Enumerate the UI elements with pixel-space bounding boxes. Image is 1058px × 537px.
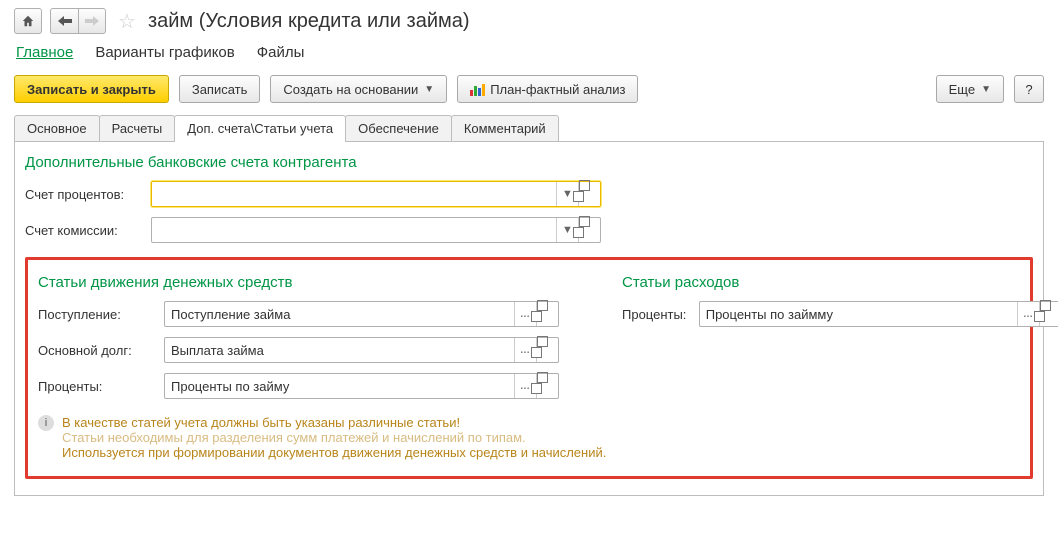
receipt-input-group: … (164, 301, 559, 327)
top-tab-files[interactable]: Файлы (257, 44, 305, 61)
interest-expense-input[interactable] (700, 302, 1017, 326)
create-based-on-label: Создать на основании (283, 82, 418, 97)
interest-account-input-group: ▼ (151, 181, 601, 207)
favorite-star-icon[interactable]: ☆ (118, 9, 136, 34)
principal-input-group: … (164, 337, 559, 363)
label-interest-expense: Проценты: (622, 307, 691, 322)
commission-account-input[interactable] (152, 218, 556, 242)
more-label: Еще (949, 82, 975, 97)
sub-tab-collateral[interactable]: Обеспечение (345, 115, 452, 141)
forward-button[interactable] (78, 8, 106, 34)
label-commission-account: Счет комиссии: (25, 223, 143, 238)
save-button[interactable]: Записать (179, 75, 261, 103)
open-button[interactable] (536, 302, 558, 326)
sub-tab-comment[interactable]: Комментарий (451, 115, 559, 141)
chart-icon (470, 82, 484, 96)
label-interest-cashflow: Проценты: (38, 379, 156, 394)
open-button[interactable] (536, 374, 558, 398)
open-icon (579, 180, 600, 208)
hint-line2: Статьи необходимы для разделения сумм пл… (62, 430, 606, 445)
help-button[interactable]: ? (1014, 75, 1044, 103)
open-icon (579, 216, 600, 244)
section-title-expenses: Статьи расходов (622, 274, 1058, 291)
receipt-input[interactable] (165, 302, 514, 326)
interest-expense-input-group: … (699, 301, 1058, 327)
ellipsis-icon: … (520, 345, 531, 356)
more-button[interactable]: Еще ▼ (936, 75, 1004, 103)
open-icon (537, 372, 558, 400)
chevron-down-icon: ▼ (424, 84, 434, 95)
sub-tab-accounts-articles[interactable]: Доп. счета\Статьи учета (174, 115, 346, 141)
tab-panel: Дополнительные банковские счета контраге… (14, 142, 1044, 496)
highlighted-section: Статьи движения денежных средств Поступл… (25, 257, 1033, 479)
hint-warning: В качестве статей учета должны быть указ… (62, 415, 606, 430)
toolbar: Записать и закрыть Записать Создать на о… (14, 75, 1044, 103)
label-interest-account: Счет процентов: (25, 187, 143, 202)
interest-account-input[interactable] (152, 182, 556, 206)
open-icon (537, 300, 558, 328)
label-receipt: Поступление: (38, 307, 156, 322)
info-icon: i (38, 415, 54, 431)
interest-cashflow-input-group: … (164, 373, 559, 399)
sub-tab-main[interactable]: Основное (14, 115, 100, 141)
save-close-button[interactable]: Записать и закрыть (14, 75, 169, 103)
principal-input[interactable] (165, 338, 514, 362)
open-button[interactable] (536, 338, 558, 362)
ellipsis-icon: … (520, 309, 531, 320)
open-button[interactable] (578, 218, 600, 242)
commission-account-input-group: ▼ (151, 217, 601, 243)
section-title-cashflow: Статьи движения денежных средств (38, 274, 598, 291)
open-button[interactable] (578, 182, 600, 206)
open-icon (1040, 300, 1058, 328)
back-button[interactable] (50, 8, 78, 34)
interest-cashflow-input[interactable] (165, 374, 514, 398)
open-button[interactable] (1039, 302, 1058, 326)
page-title: займ (Условия кредита или займа) (148, 10, 470, 33)
top-tab-schedule-variants[interactable]: Варианты графиков (95, 44, 234, 61)
top-tabs: Главное Варианты графиков Файлы (14, 44, 1044, 61)
label-principal: Основной долг: (38, 343, 156, 358)
open-icon (537, 336, 558, 364)
sub-tab-calculations[interactable]: Расчеты (99, 115, 176, 141)
section-title-bank-accounts: Дополнительные банковские счета контраге… (25, 154, 1033, 171)
top-tab-main[interactable]: Главное (16, 44, 73, 61)
sub-tabs: Основное Расчеты Доп. счета\Статьи учета… (14, 115, 1044, 142)
chevron-down-icon: ▼ (981, 84, 991, 95)
home-button[interactable] (14, 8, 42, 34)
ellipsis-icon: … (1023, 309, 1034, 320)
hint-block: i В качестве статей учета должны быть ук… (38, 415, 1020, 460)
create-based-on-button[interactable]: Создать на основании ▼ (270, 75, 447, 103)
plan-fact-analysis-button[interactable]: План-фактный анализ (457, 75, 638, 103)
plan-fact-label: План-фактный анализ (490, 82, 625, 97)
ellipsis-icon: … (520, 381, 531, 392)
hint-line3: Используется при формировании документов… (62, 445, 606, 460)
